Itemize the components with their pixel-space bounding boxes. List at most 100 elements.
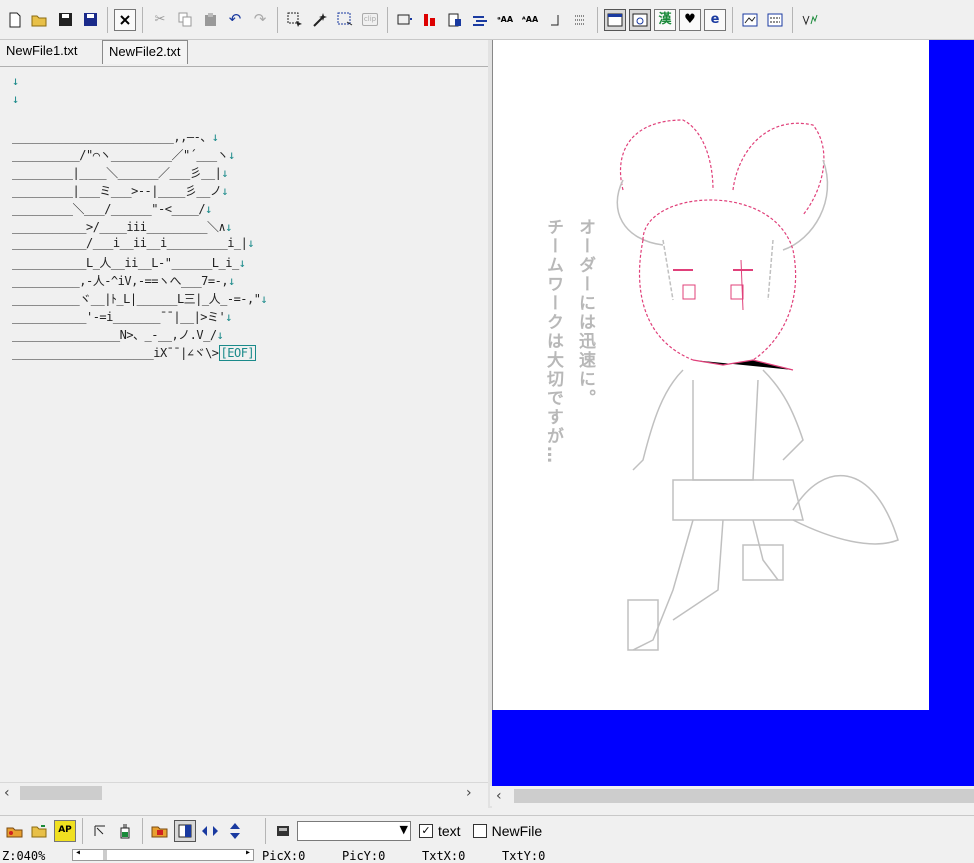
space-icon[interactable] [544,9,566,31]
line-text: ________________________,,–‐、 [12,130,212,144]
text-checkbox-box[interactable]: ✓ [419,823,433,838]
editor-line: __________,‐人‐^iV,‐==ヽへ___7=‐,↓ [12,272,235,289]
text-frame-icon[interactable] [394,9,416,31]
e-icon[interactable]: e [704,8,726,31]
save-as-icon[interactable] [79,9,101,31]
line-break-arrow-icon: ↓ [228,274,235,288]
scroll-thumb[interactable] [514,789,974,803]
aa-grid-icon[interactable] [764,9,786,31]
editor-line: __________/"⌒ヽ_________／"´___ヽ↓ [12,146,235,163]
book-open-icon[interactable] [149,820,171,842]
file-tabs: NewFile1.txt NewFile2.txt [0,40,488,67]
toolbar-separator [387,6,388,33]
scroll-thumb[interactable] [20,786,102,800]
undo-icon[interactable]: ↶ [224,9,246,31]
line-text: ___________/___i__ii__i_________i_| [12,236,248,250]
slider-left-icon[interactable]: ◂ [75,847,81,858]
status-bar: Z:040% ◂ ▸ PicX:0 PicY:0 TxtX:0 TxtY:0 [0,846,974,863]
text-checkbox[interactable]: ✓ text [419,823,461,839]
pic-y: PicY:0 [342,849,386,863]
toolbar-separator [597,6,598,33]
ap-icon[interactable]: AP [54,819,76,842]
line-break-arrow-icon: ↓ [238,256,246,270]
newfile-checkbox[interactable]: NewFile [472,823,542,839]
paste-icon[interactable] [199,9,221,31]
red-bars-icon[interactable] [419,9,441,31]
scroll-right-icon[interactable]: › [466,785,472,801]
redo-icon[interactable]: ↷ [249,9,271,31]
select-dashed-icon[interactable] [334,9,356,31]
magic-select-icon[interactable] [309,9,331,31]
save-icon[interactable] [54,9,76,31]
grid-dots-icon[interactable] [569,9,591,31]
toolbar-separator [142,6,143,33]
line-break-arrow-icon: ↓ [225,310,232,324]
tab-newfile2[interactable]: NewFile2.txt [102,40,188,64]
main-toolbar: ✂ ↶ ↷ clip ᵃAA ᴬAA 漢 ♥ e [0,0,974,40]
editor-line: ________________________,,–‐、↓ [12,128,219,145]
close-x-icon[interactable] [114,8,136,31]
zoom-slider[interactable]: ◂ ▸ [72,847,254,861]
open-folder-icon[interactable] [29,820,51,842]
bottle-icon[interactable] [114,820,136,842]
caption-line-1: オーダーには迅速に。 [575,218,596,408]
kanji-icon[interactable]: 漢 [654,8,676,31]
up-down-arrow-icon[interactable] [224,820,246,842]
slider-right-icon[interactable]: ▸ [245,847,251,858]
aa-left-icon[interactable]: ᵃAA [494,9,516,31]
newfile-checkbox-box[interactable] [472,823,487,838]
preview-pane: オーダーには迅速に。 チームワークは大切ですが… [492,40,974,786]
select-rect-icon[interactable] [284,9,306,31]
editor-line: _____________________iX¯¯|∠ヾ\> [EOF] [12,344,257,361]
character-illustration: オーダーには迅速に。 チームワークは大切ですが… [543,119,899,651]
open-folder-icon[interactable] [29,9,51,31]
toolbar-separator [82,817,83,844]
printer-open-icon[interactable] [4,820,26,842]
heart-icon[interactable]: ♥ [679,8,701,31]
editor-line: ___________L_人__ii__L‐"______L_i_↓ [12,254,246,271]
toolbar-separator [792,6,793,33]
clip-icon[interactable]: clip [359,9,381,31]
zoom-window-icon[interactable] [629,8,651,31]
line-break-arrow-icon: ↓ [12,92,19,106]
editor-line: ________________N>、_‐__,ノ.V_/↓ [12,326,224,343]
line-text: __________/"⌒ヽ_________／"´___ヽ [12,148,229,162]
editor-line: ___________>/____iii_________＼∧↓ [12,218,232,235]
line-break-arrow-icon: ↓ [205,202,212,216]
aa-right-icon[interactable]: ᴬAA [519,9,541,31]
line-break-arrow-icon: ↓ [225,220,232,234]
editor-line: _________|___ミ___>--|____彡__ノ↓ [12,182,229,199]
scroll-left-icon[interactable]: ‹ [496,788,502,804]
line-text: ___________'‐=i_______¯¯|__|>ミ' [12,310,226,324]
page-icon[interactable] [444,9,466,31]
eof-marker: [EOF] [218,345,257,361]
line-text: _________＼___/______"-<____/ [12,202,206,216]
aa-category-combo[interactable]: ▼ [297,820,411,841]
scroll-left-icon[interactable]: ‹ [4,785,10,801]
line-break-arrow-icon: ↓ [228,148,235,162]
pic-x: PicX:0 [262,849,306,863]
slider-thumb[interactable] [103,850,107,860]
cursor-icon[interactable] [89,820,111,842]
ve-icon[interactable] [799,9,821,31]
zoom-level: Z:040% [2,849,46,863]
text-editor[interactable]: ↓ ↓ ________________________,,–‐、↓ ________… [0,68,488,782]
new-file-icon[interactable] [4,9,26,31]
align-icon[interactable] [469,9,491,31]
contrast-icon[interactable] [174,819,196,842]
left-right-arrow-icon[interactable] [199,820,221,842]
chevron-down-icon[interactable]: ▼ [400,823,408,836]
disk-icon[interactable] [272,820,294,842]
cut-icon[interactable]: ✂ [149,9,171,31]
copy-icon[interactable] [174,9,196,31]
tab-newfile1[interactable]: NewFile1.txt [0,40,84,64]
preview-horizontal-scrollbar[interactable]: ‹ [490,786,974,806]
toolbar-separator [142,817,143,844]
preview-icon[interactable] [739,9,761,31]
line-break-arrow-icon: ↓ [247,236,255,250]
line-break-arrow-icon: ↓ [221,166,229,180]
line-text: ___________>/____iii_________＼∧ [12,220,226,234]
editor-horizontal-scrollbar[interactable]: ‹ › [0,782,488,805]
toolbar-separator [265,817,266,844]
window-icon[interactable] [604,8,626,31]
